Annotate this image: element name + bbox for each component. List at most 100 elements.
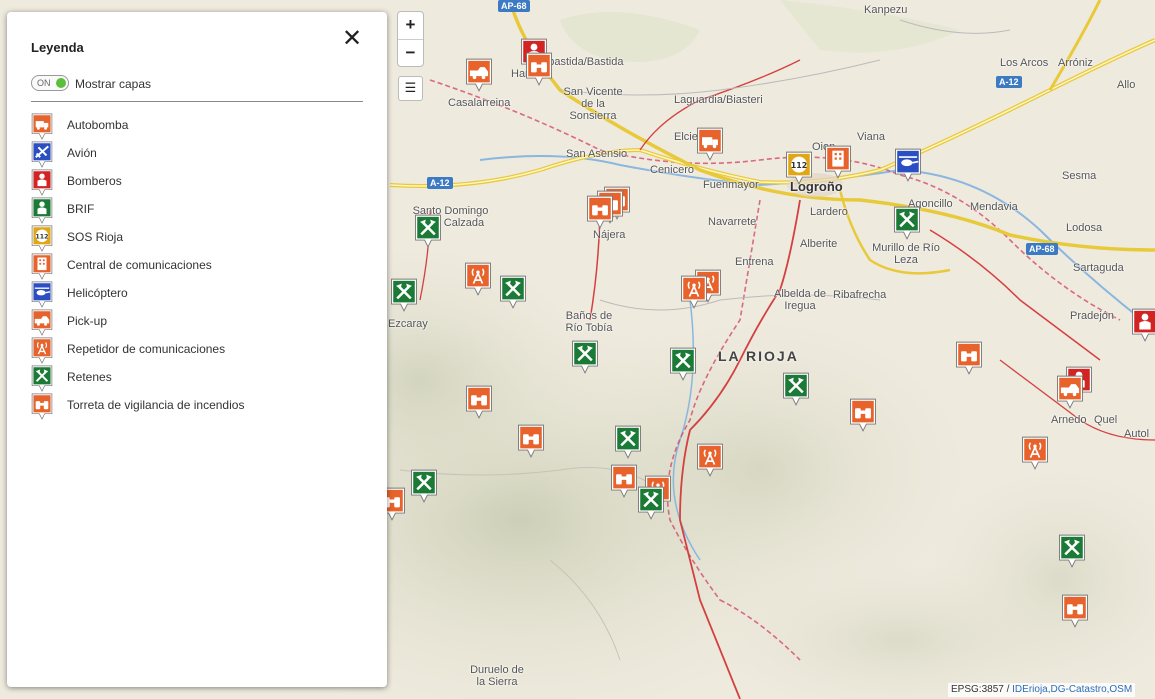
region-label: LA RIOJA	[718, 348, 799, 364]
helicopter-marker[interactable]	[894, 148, 921, 182]
retenes-marker[interactable]	[782, 372, 809, 406]
legend-item-repetidor[interactable]: Repetidor de comunicaciones	[31, 337, 361, 365]
legend-item-label: Central de comunicaciones	[67, 258, 212, 272]
watchtower-marker[interactable]	[849, 398, 876, 432]
road-badge: AP-68	[498, 0, 530, 12]
watchtower-marker[interactable]	[955, 341, 982, 375]
place-label: Ribafrecha	[833, 289, 887, 301]
place-label: Albelda de Iregua	[774, 288, 826, 312]
legend-item-label: Torreta de vigilancia de incendios	[67, 398, 245, 412]
attribution-prefix: EPSG:3857 /	[951, 684, 1013, 695]
place-label: Kanpezu	[864, 4, 908, 16]
place-label: Quel	[1094, 414, 1118, 426]
retenes-marker[interactable]	[571, 340, 598, 374]
retenes-marker[interactable]	[410, 469, 437, 503]
place-label: Cenicero	[650, 164, 695, 176]
legend-item-torreta[interactable]: Torreta de vigilancia de incendios	[31, 393, 361, 421]
retenes-marker[interactable]	[637, 486, 664, 520]
legend-item-label: Repetidor de comunicaciones	[67, 342, 226, 356]
legend-panel: Leyenda ✕ ON Mostrar capas Autobomba Avi…	[7, 12, 387, 687]
toggle-state: ON	[37, 78, 51, 88]
legend-item-label: BRIF	[67, 202, 95, 216]
retenes-marker[interactable]	[669, 347, 696, 381]
place-label: Fuenmayor	[703, 179, 759, 191]
place-label: Navarrete	[708, 216, 757, 228]
sos-rioja-marker[interactable]: 112	[785, 151, 812, 185]
svg-text:112: 112	[791, 161, 808, 170]
firefighter-marker[interactable]	[1131, 308, 1155, 342]
place-label: Sartaguda	[1073, 262, 1124, 274]
place-label: Baños de Río Tobía	[565, 310, 613, 334]
place-label: Mendavia	[970, 201, 1018, 213]
watchtower-marker[interactable]	[525, 52, 552, 86]
place-label: Allo	[1117, 79, 1136, 91]
legend-item-bomberos[interactable]: Bomberos	[31, 169, 361, 197]
comms-center-marker[interactable]	[824, 145, 851, 179]
watchtower-marker[interactable]	[465, 385, 492, 419]
fire-truck-marker[interactable]	[696, 127, 723, 161]
place-label: Viana	[857, 131, 885, 143]
watchtower-marker[interactable]	[517, 424, 544, 458]
place-label: Lardero	[810, 206, 848, 218]
pickup-marker[interactable]	[1056, 375, 1083, 409]
legend-item-label: Autobomba	[67, 118, 129, 132]
watchtower-marker[interactable]	[586, 195, 613, 229]
retenes-marker[interactable]	[390, 278, 417, 312]
retenes-marker[interactable]	[499, 275, 526, 309]
place-label: Nájera	[593, 229, 626, 241]
legend-item-label: Retenes	[67, 370, 112, 384]
repeater-marker[interactable]	[680, 275, 707, 309]
place-label: San Vicente de la Sonsierra	[563, 86, 623, 122]
layers-menu-button[interactable]: ☰	[398, 76, 423, 101]
show-layers-label: Mostrar capas	[75, 77, 152, 91]
retenes-marker[interactable]	[614, 425, 641, 459]
place-label: Sesma	[1062, 170, 1097, 182]
show-layers-toggle[interactable]: ON	[31, 75, 69, 91]
legend-item-label: Pick-up	[67, 314, 108, 328]
place-label: Los Arcos	[1000, 57, 1049, 69]
retenes-marker[interactable]	[893, 206, 920, 240]
pickup-marker[interactable]	[465, 58, 492, 92]
place-label: Arróniz	[1058, 57, 1093, 69]
watchtower-marker[interactable]	[610, 464, 637, 498]
place-label: Casalarreina	[448, 97, 511, 109]
legend-item-central-comunicaciones[interactable]: Central de comunicaciones	[31, 253, 361, 281]
retenes-marker[interactable]	[414, 214, 441, 248]
place-label: Ezcaray	[388, 318, 428, 330]
legend-divider	[31, 101, 363, 102]
legend-item-autobomba[interactable]: Autobomba	[31, 113, 361, 141]
place-label: Laguardia/Biasteri	[674, 94, 763, 106]
place-label: Pradejón	[1070, 310, 1115, 322]
road-badge: AP-68	[1026, 243, 1058, 255]
legend-item-label: Bomberos	[67, 174, 122, 188]
svg-text:112: 112	[35, 234, 48, 241]
repeater-marker[interactable]	[1021, 436, 1048, 470]
place-label: Arnedo	[1051, 414, 1087, 426]
road-badge: A-12	[996, 76, 1022, 88]
repeater-marker[interactable]	[696, 443, 723, 477]
legend-item-sos-rioja[interactable]: 112 SOS Rioja	[31, 225, 361, 253]
legend-item-avion[interactable]: Avión	[31, 141, 361, 169]
place-label: Lodosa	[1066, 222, 1103, 234]
zoom-out-button[interactable]: −	[398, 39, 423, 67]
legend-item-label: SOS Rioja	[67, 230, 124, 244]
attribution-sources-link[interactable]: IDErioja,DG-Catastro,OSM	[1012, 684, 1132, 695]
repeater-marker[interactable]	[464, 262, 491, 296]
road-badge: A-12	[427, 177, 453, 189]
zoom-in-button[interactable]: +	[398, 12, 423, 39]
watchtower-marker[interactable]	[1061, 594, 1088, 628]
legend-item-retenes[interactable]: Retenes	[31, 365, 361, 393]
place-label: Entrena	[735, 256, 774, 268]
retenes-marker[interactable]	[1058, 534, 1085, 568]
place-label: Alberite	[800, 238, 838, 250]
legend-item-helicoptero[interactable]: Helicóptero	[31, 281, 361, 309]
place-label: Autol	[1124, 428, 1150, 440]
place-label: Murillo de Río Leza	[872, 242, 940, 266]
toggle-knob	[56, 78, 66, 88]
place-label: Duruelo de la Sierra	[470, 664, 524, 688]
legend-item-label: Avión	[67, 146, 97, 160]
legend-item-pickup[interactable]: Pick-up	[31, 309, 361, 337]
legend-item-brif[interactable]: BRIF	[31, 197, 361, 225]
close-legend-button[interactable]: ✕	[342, 27, 362, 51]
legend-title: Leyenda	[31, 40, 84, 55]
